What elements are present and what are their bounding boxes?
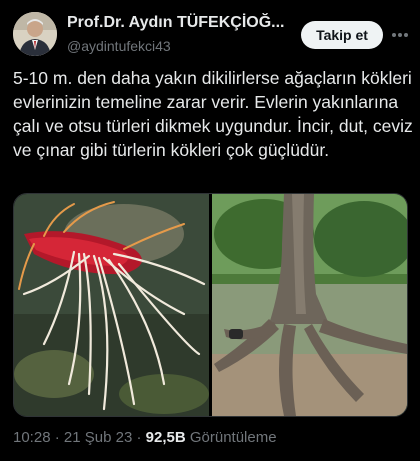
views-label: Görüntüleme [189,429,277,446]
tree-roots-image[interactable] [212,194,407,416]
tweet-meta: 10:28 · 21 Şub 23 · 92,5B Görüntüleme [13,429,277,446]
tweet-text: 5-10 m. den daha yakın dikilirlerse ağaç… [13,68,413,160]
author-name[interactable]: Prof.Dr. Aydın TÜFEKÇİOĞ... [67,14,285,32]
meta-separator: · [136,429,142,446]
views-count: 92,5B [145,429,186,446]
tweet-date[interactable]: 21 Şub 23 [64,429,132,446]
media-grid[interactable] [13,193,408,417]
tweet-time[interactable]: 10:28 [13,429,51,446]
roots-closeup-image[interactable] [14,194,209,416]
avatar[interactable] [13,12,57,56]
follow-button[interactable]: Takip et [301,21,383,49]
avatar-image [13,12,57,56]
meta-separator: · [54,429,60,446]
more-dots-icon[interactable] [388,25,412,45]
author-handle[interactable]: @aydintufekci43 [67,38,171,54]
